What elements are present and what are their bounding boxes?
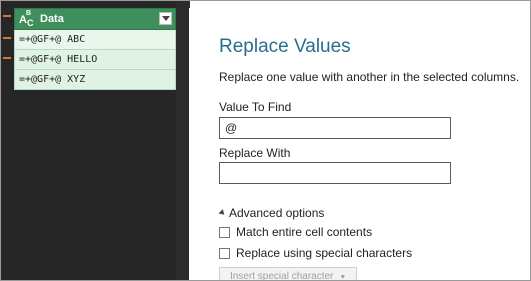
value-to-find-label: Value To Find [219,100,292,114]
dialog-description: Replace one value with another in the se… [219,70,520,84]
row-selector-edge [1,11,15,101]
special-characters-checkbox[interactable] [219,247,230,259]
text-type-icon[interactable]: ABC [18,10,38,28]
table-row[interactable]: =+@GF+@ XYZ [14,70,176,90]
chevron-down-icon [161,16,170,21]
row-marker [3,37,11,39]
match-entire-cell-checkbox[interactable] [219,226,230,238]
expand-triangle-icon [218,209,227,217]
replace-values-dialog: Replace Values Replace one value with an… [189,8,530,281]
dialog-title: Replace Values [219,36,351,57]
divider-strip [176,1,190,280]
special-characters-option[interactable]: Replace using special characters [219,246,412,260]
replace-with-label: Replace With [219,146,291,160]
match-entire-cell-label: Match entire cell contents [236,225,373,239]
column-header[interactable]: ABC Data [14,8,176,30]
row-marker [3,15,11,17]
match-entire-cell-option[interactable]: Match entire cell contents [219,225,372,239]
insert-special-character-label: Insert special character [230,271,334,281]
window-frame: ABC Data =+@GF+@ ABC =+@GF+@ HELLO =+@GF… [0,0,531,281]
replace-with-input[interactable] [219,162,451,184]
dropdown-caret-icon: ▼ [339,274,347,281]
advanced-options-label: Advanced options [229,206,325,220]
row-marker [3,57,11,59]
column-filter-button[interactable] [159,12,172,25]
value-to-find-input[interactable]: @ [219,117,451,139]
insert-special-character-button[interactable]: Insert special character ▼ [219,267,357,281]
advanced-options-toggle[interactable]: Advanced options [218,206,325,220]
special-characters-label: Replace using special characters [236,246,413,260]
column-header-label: Data [40,13,64,25]
data-preview-table: ABC Data =+@GF+@ ABC =+@GF+@ HELLO =+@GF… [14,8,176,90]
table-row[interactable]: =+@GF+@ ABC [14,30,176,50]
table-row[interactable]: =+@GF+@ HELLO [14,50,176,70]
